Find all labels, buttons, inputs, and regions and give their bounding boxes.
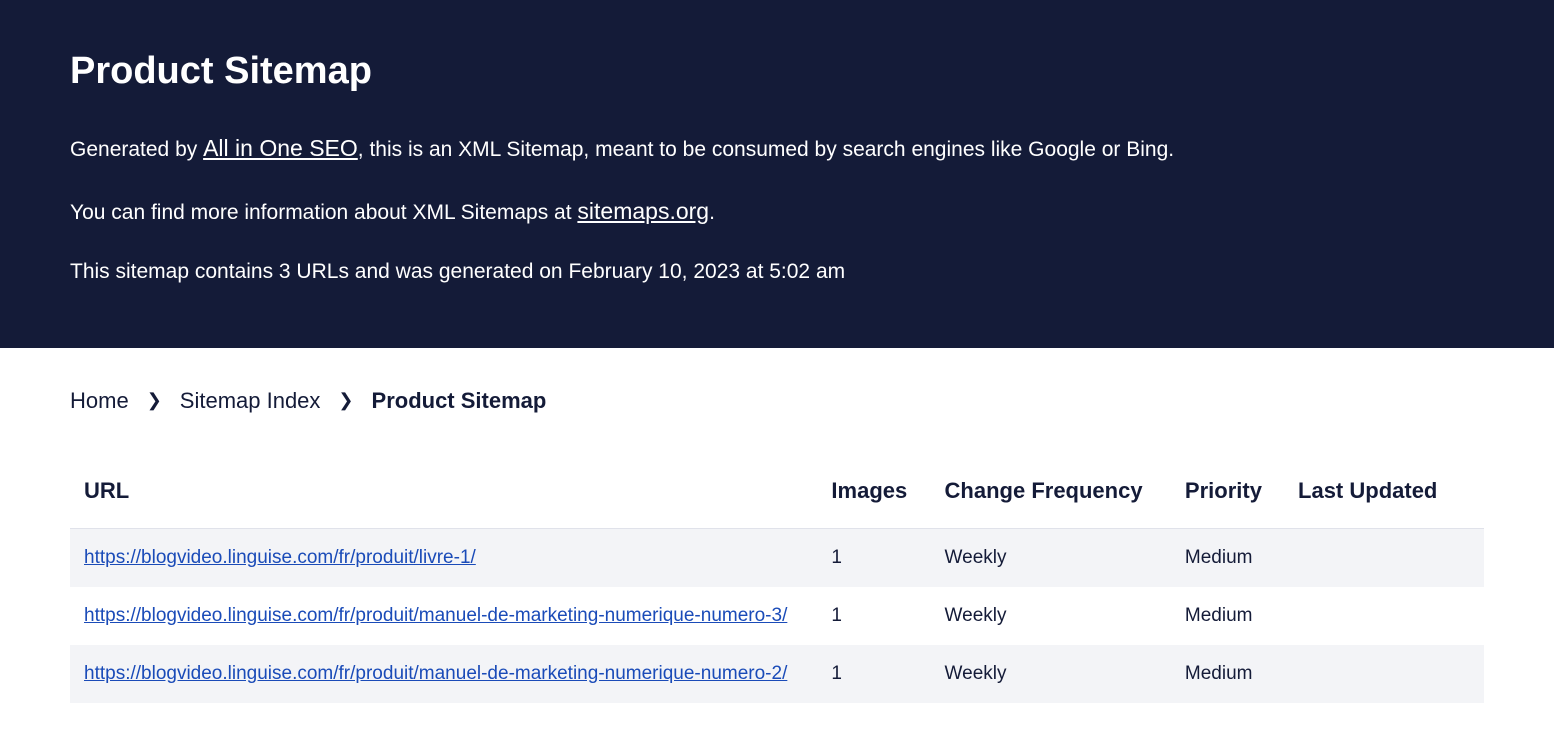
cell-updated <box>1286 645 1484 703</box>
cell-images: 1 <box>819 645 932 703</box>
header-line-1: Generated by All in One SEO, this is an … <box>70 131 1484 166</box>
table-row: https://blogvideo.linguise.com/fr/produi… <box>70 645 1484 703</box>
sitemaps-org-link[interactable]: sitemaps.org <box>577 198 709 224</box>
cell-url: https://blogvideo.linguise.com/fr/produi… <box>70 528 819 587</box>
sitemap-table: URL Images Change Frequency Priority Las… <box>70 464 1484 703</box>
sitemap-url-link[interactable]: https://blogvideo.linguise.com/fr/produi… <box>84 663 787 684</box>
cell-updated <box>1286 587 1484 645</box>
chevron-right-icon: ❯ <box>338 390 353 411</box>
th-priority: Priority <box>1173 464 1286 529</box>
th-images: Images <box>819 464 932 529</box>
cell-url: https://blogvideo.linguise.com/fr/produi… <box>70 587 819 645</box>
header-line-2-suffix: . <box>709 201 715 224</box>
page-content: Home ❯ Sitemap Index ❯ Product Sitemap U… <box>0 348 1554 743</box>
cell-url: https://blogvideo.linguise.com/fr/produi… <box>70 645 819 703</box>
th-url: URL <box>70 464 819 529</box>
header-line-3: This sitemap contains 3 URLs and was gen… <box>70 256 1484 288</box>
cell-freq: Weekly <box>933 587 1173 645</box>
cell-freq: Weekly <box>933 645 1173 703</box>
cell-images: 1 <box>819 528 932 587</box>
th-updated: Last Updated <box>1286 464 1484 529</box>
page-header: Product Sitemap Generated by All in One … <box>0 0 1554 348</box>
breadcrumb-home[interactable]: Home <box>70 388 129 414</box>
th-freq: Change Frequency <box>933 464 1173 529</box>
header-line-1-prefix: Generated by <box>70 138 203 161</box>
cell-updated <box>1286 528 1484 587</box>
table-row: https://blogvideo.linguise.com/fr/produi… <box>70 587 1484 645</box>
cell-priority: Medium <box>1173 528 1286 587</box>
aioseo-link[interactable]: All in One SEO <box>203 135 358 161</box>
page-title: Product Sitemap <box>70 50 1484 93</box>
header-line-2-prefix: You can find more information about XML … <box>70 201 577 224</box>
header-line-1-suffix: , this is an XML Sitemap, meant to be co… <box>358 138 1174 161</box>
cell-priority: Medium <box>1173 645 1286 703</box>
sitemap-url-link[interactable]: https://blogvideo.linguise.com/fr/produi… <box>84 605 787 626</box>
table-row: https://blogvideo.linguise.com/fr/produi… <box>70 528 1484 587</box>
breadcrumb-index[interactable]: Sitemap Index <box>180 388 321 414</box>
chevron-right-icon: ❯ <box>147 390 162 411</box>
cell-freq: Weekly <box>933 528 1173 587</box>
breadcrumb-current: Product Sitemap <box>372 388 547 414</box>
breadcrumb: Home ❯ Sitemap Index ❯ Product Sitemap <box>70 388 1484 414</box>
cell-priority: Medium <box>1173 587 1286 645</box>
sitemap-url-link[interactable]: https://blogvideo.linguise.com/fr/produi… <box>84 547 476 568</box>
header-line-2: You can find more information about XML … <box>70 194 1484 229</box>
cell-images: 1 <box>819 587 932 645</box>
